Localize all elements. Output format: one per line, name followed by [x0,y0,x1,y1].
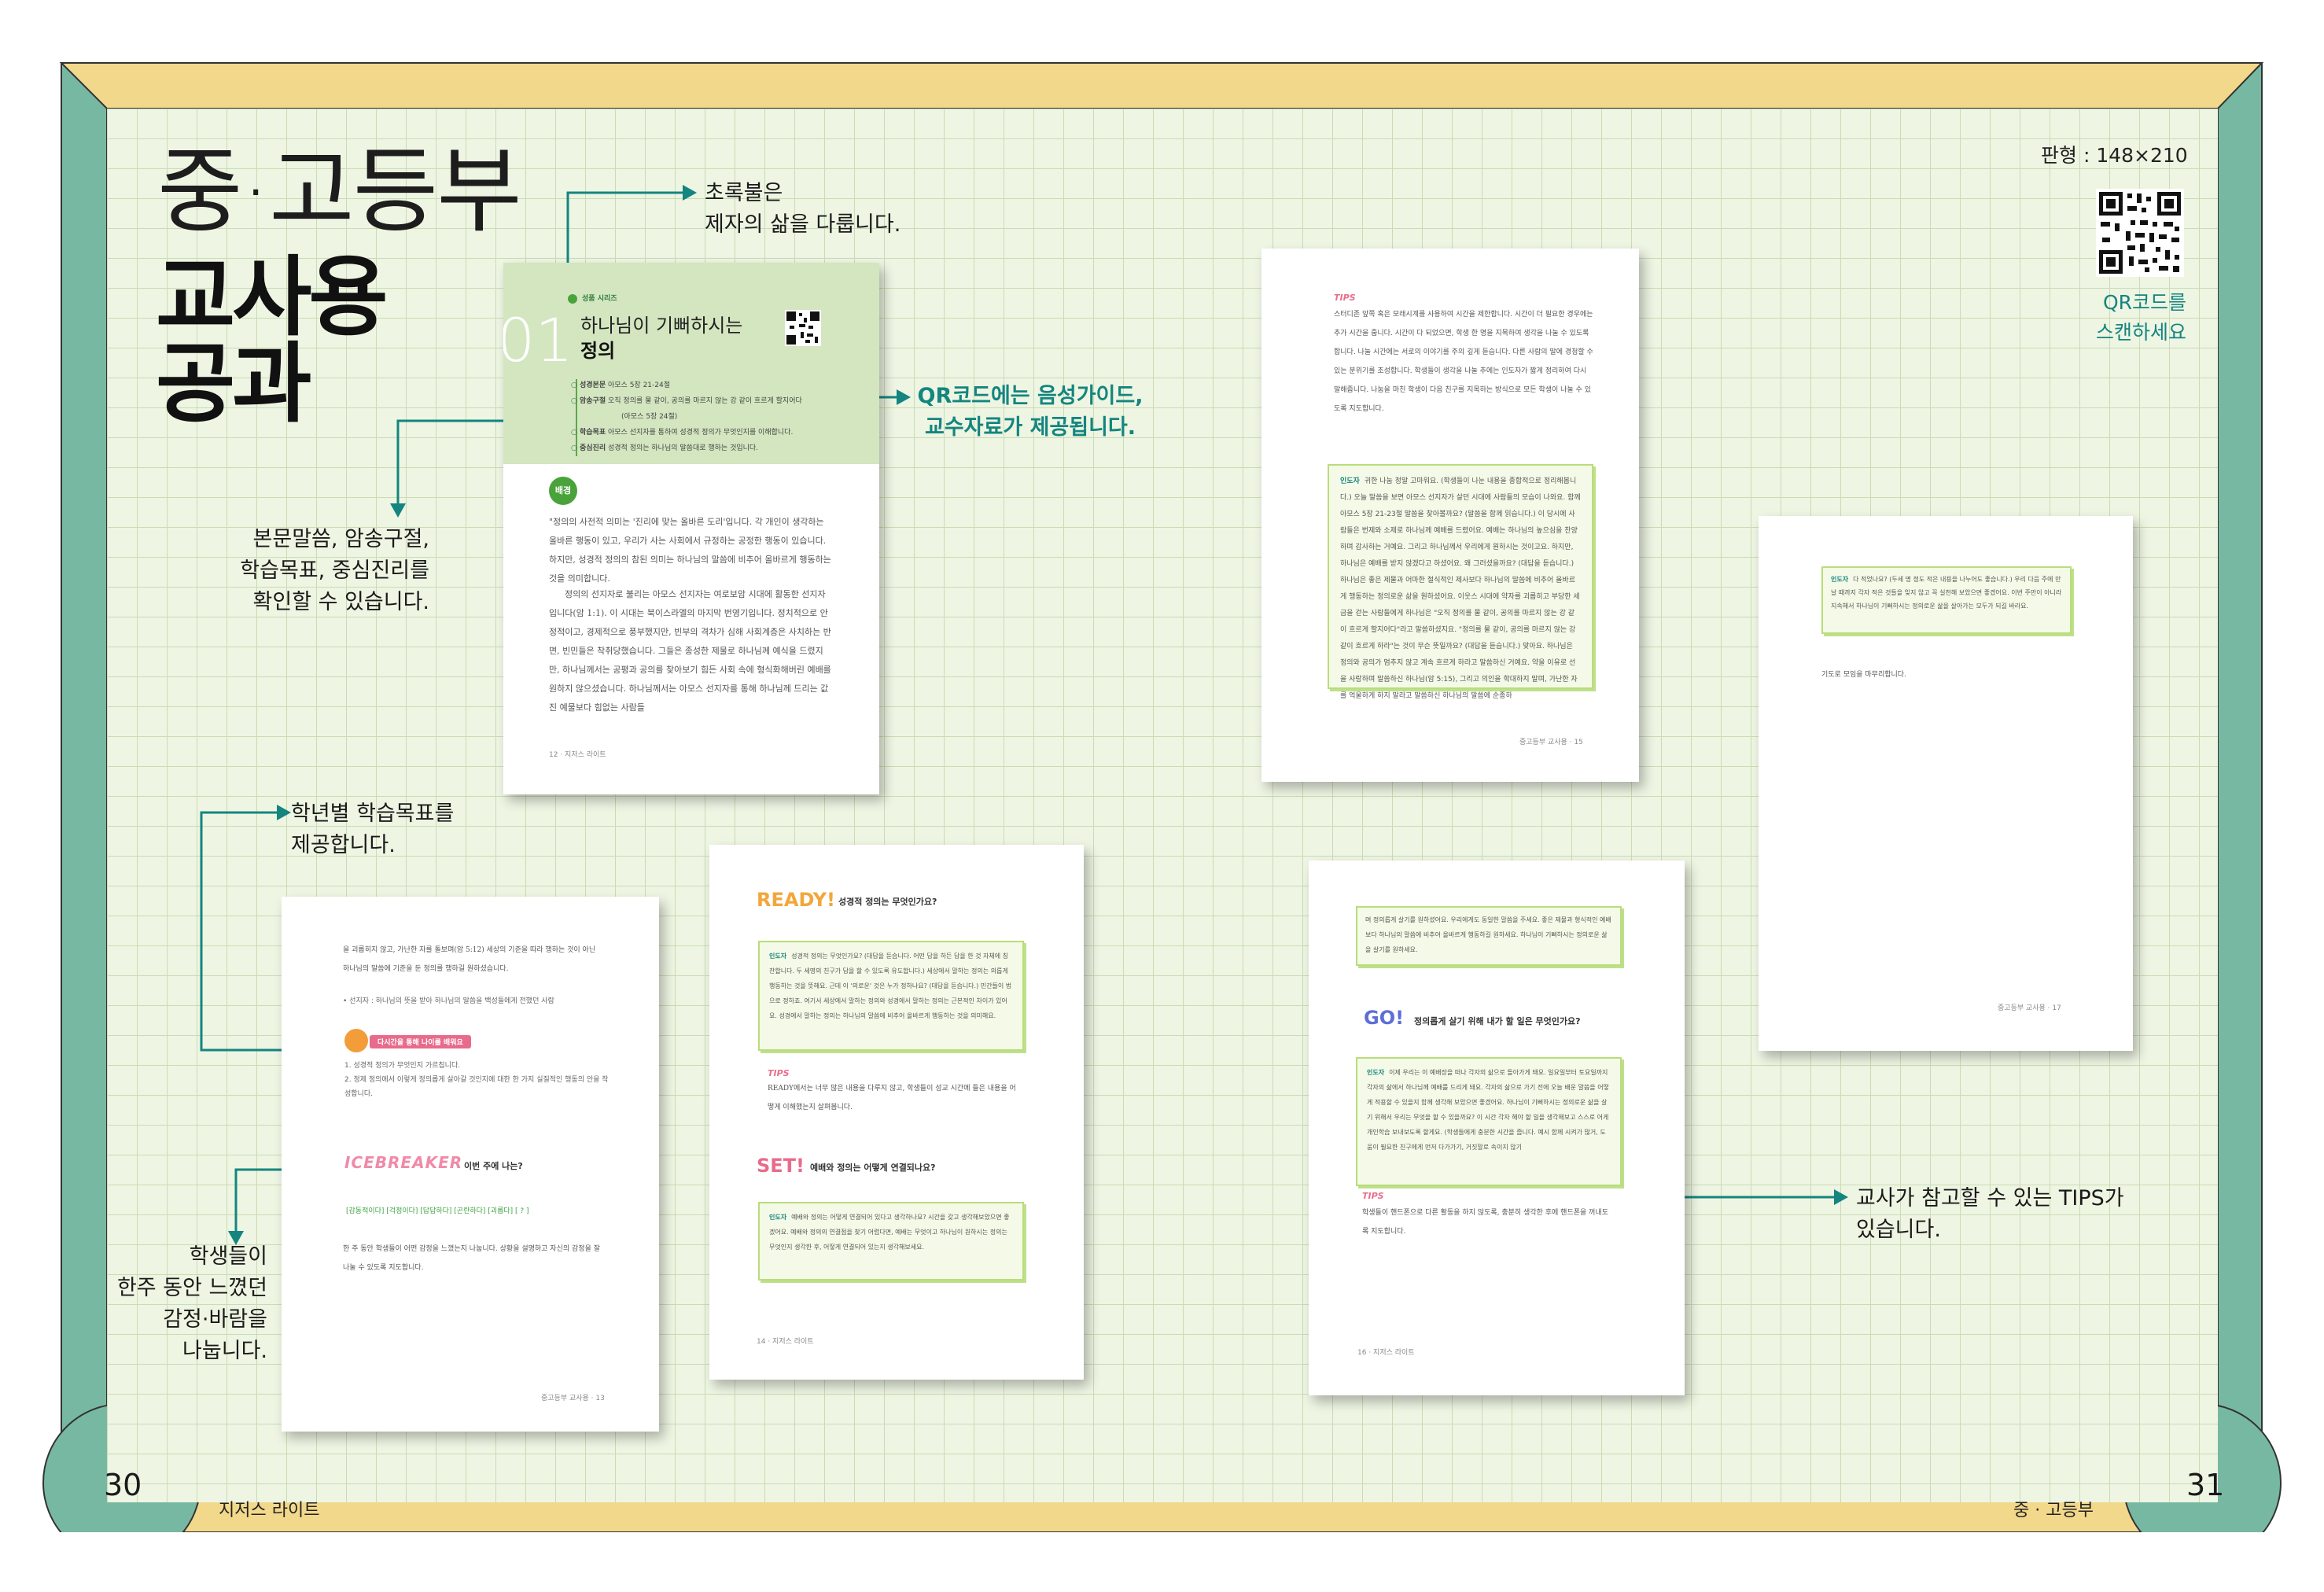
set-leader-box: 인도자 예배와 정의는 어떻게 연결되어 있다고 생각하나요? 시간을 갖고 생각… [758,1202,1024,1281]
callout-students-line1: 학생들이 [189,1244,267,1269]
page13-banner: 다시간을 통해 나이를 배워요 [370,1035,471,1048]
page-number-right: 31 [2186,1468,2225,1502]
lesson-items: ○ 성경본문 아모스 5장 21-24절 ○ 암송구절 오직 정의를 물 같이,… [571,381,802,452]
callout-qr-line1: QR코드에는 음성가이드, [917,384,1144,408]
callout-scripture-line2: 학습목표, 중심진리를 [240,558,429,583]
page16-tips-title: TIPS [1362,1191,1384,1201]
character-icon [344,1029,368,1052]
page15-leader-box: 인도자 귀한 나눔 정말 고마워요. (학생들이 나눈 내용을 종합적으로 정리해… [1328,464,1593,700]
page-15: TIPS 스터디존 앞쪽 혹은 모래시계를 사용하여 시간을 제한합니다. 시간… [1261,249,1639,782]
page-13: 을 괴롭히지 않고, 가난한 자를 돌보며(암 5:12) 세상의 기준을 따라… [282,897,659,1432]
lesson-page-12: 성품 시리즈 01 하나님이 기뻐하시는 정의 ○ 성경본문 아모스 5장 21… [503,263,879,794]
green-light-icon [568,294,577,304]
page-14: READY! 성경적 정의는 무엇인가요? 인도자 성경적 정의는 무엇인가요? … [709,845,1084,1380]
lesson-number: 01 [503,305,573,375]
go-leader-box: 인도자 이제 우리는 이 예배장을 떠나 각자의 삶으로 돌아가게 돼요. 일요일… [1356,1057,1622,1186]
ready-label: READY! [757,889,835,911]
page13-footer: 중고등부 교사용 · 13 [541,1395,605,1402]
callout-tips-line1: 교사가 참고할 수 있는 TIPS가 [1856,1186,2124,1211]
magazine-spread: 중·고등부 교사용 공과 판형 : 148×210 QR코드를 스캔하세요 초록… [0,0,2324,1592]
callout-students-line3: 감정·바람을 [163,1307,267,1332]
go-question: 정의롭게 살기 위해 내가 할 일은 무엇인가요? [1414,1016,1581,1026]
callout-grade-line1: 학년별 학습목표를 [291,802,455,826]
lesson-paragraph-2: 정의의 선지자로 불리는 아모스 선지자는 여로보암 시대에 활동한 선지자입니… [549,589,831,713]
callout-qr-line2: 교수자료가 제공됩니다. [924,415,1136,440]
ready-question: 성경적 정의는 무엇인가요? [838,897,937,907]
icebreaker-label: ICEBREAKER [344,1153,463,1172]
page17-footer: 중고등부 교사용 · 17 [1998,1004,2061,1012]
set-label: SET! [757,1155,805,1177]
lesson-qr-icon[interactable] [785,310,821,346]
callout-green-light-line1: 초록불은 [705,181,783,205]
callout-scripture-line1: 본문말씀, 암송구절, [252,527,429,551]
page14-tips-text: READY에서는 너무 많은 내용을 다루지 않고, 학생들이 성교 시간에 들… [768,1085,1016,1111]
page15-tips-text: 스터디존 앞쪽 혹은 모래시계를 사용하여 시간을 제한합니다. 시간이 더 필… [1334,311,1593,413]
page-16: 며 정의롭게 살기를 원하셨어요. 우리에게도 동일한 말씀을 주세요. 좋은 … [1309,860,1685,1395]
series-label: 성품 시리즈 [582,295,617,303]
page17-leader-box: 인도자 다 적었나요? (두세 명 정도 적은 내용을 나누어도 좋습니다.) 우… [1821,566,2072,634]
ready-leader-box: 인도자 성경적 정의는 무엇인가요? (대답을 듣습니다. 어떤 답을 하든 답을… [758,941,1024,1051]
page14-tips-title: TIPS [768,1068,790,1078]
lesson-paragraph-1: "정의의 사전적 의미는 '진리에 맞는 올바른 도리'입니다. 각 개인이 생… [549,517,831,584]
bottom-left-label: 지저스 라이트 [219,1501,320,1520]
callout-students-line2: 한주 동안 느꼈던 [116,1276,267,1300]
icebreaker-question: 이번 주에 나는? [464,1161,523,1171]
set-question: 예배와 정의는 어떻게 연결되나요? [810,1163,936,1173]
page13-body: 한 주 동안 학생들이 어떤 감정을 느꼈는지 나눕니다. 상황을 설명하고 자… [343,1245,600,1272]
bottom-right-label: 중 · 고등부 [2013,1501,2094,1520]
page13-intro: 을 괴롭히지 않고, 가난한 자를 돌보며(암 5:12) 세상의 기준을 따라… [343,946,596,973]
callout-students-line4: 나눕니다. [182,1339,267,1363]
page16-top-box: 며 정의롭게 살기를 원하셨어요. 우리에게도 동일한 말씀을 주세요. 좋은 … [1356,906,1622,966]
page16-footer: 16 · 지저스 라이트 [1357,1349,1415,1357]
page13-note: • 선지자 : 하나님의 뜻을 받아 하나님의 말씀을 백성들에게 전했던 사람 [343,997,554,1005]
lesson-title-bold: 정의 [580,340,616,362]
go-label: GO! [1364,1007,1405,1029]
page14-footer: 14 · 지저스 라이트 [757,1338,814,1346]
page16-tips-text: 학생들이 핸드폰으로 다른 활동을 하지 않도록, 충분히 생각한 후에 핸드폰… [1362,1209,1608,1236]
lesson-title-light: 하나님이 기뻐하시는 [580,315,743,337]
page17-closing: 기도로 모임을 마무리합니다. [1821,671,1906,679]
page-17: 인도자 다 적었나요? (두세 명 정도 적은 내용을 나누어도 좋습니다.) 우… [1759,516,2133,1051]
callout-scripture-line3: 확인할 수 있습니다. [252,590,429,614]
page-number-left: 30 [104,1468,142,1502]
callout-grade-line2: 제공합니다. [291,833,396,857]
page15-footer: 중고등부 교사용 · 15 [1519,739,1583,746]
callout-tips-line2: 있습니다. [1856,1218,1941,1242]
page15-tips-title: TIPS [1334,293,1356,303]
callout-green-light-line2: 제자의 삶을 다룹니다. [705,212,901,237]
emotion-options: [감동적이다] [걱정이다] [답답하다] [곤란하다] [괴롭다] [ ? ] [346,1207,529,1215]
lesson-page-footer: 12 · 지저스 라이트 [549,751,606,759]
background-badge: 배경 [549,477,577,505]
page13-goals: 1. 성경적 정의가 무엇인지 가르칩니다. 2. 정제 정의에서 이렇게 정의… [344,1062,609,1098]
